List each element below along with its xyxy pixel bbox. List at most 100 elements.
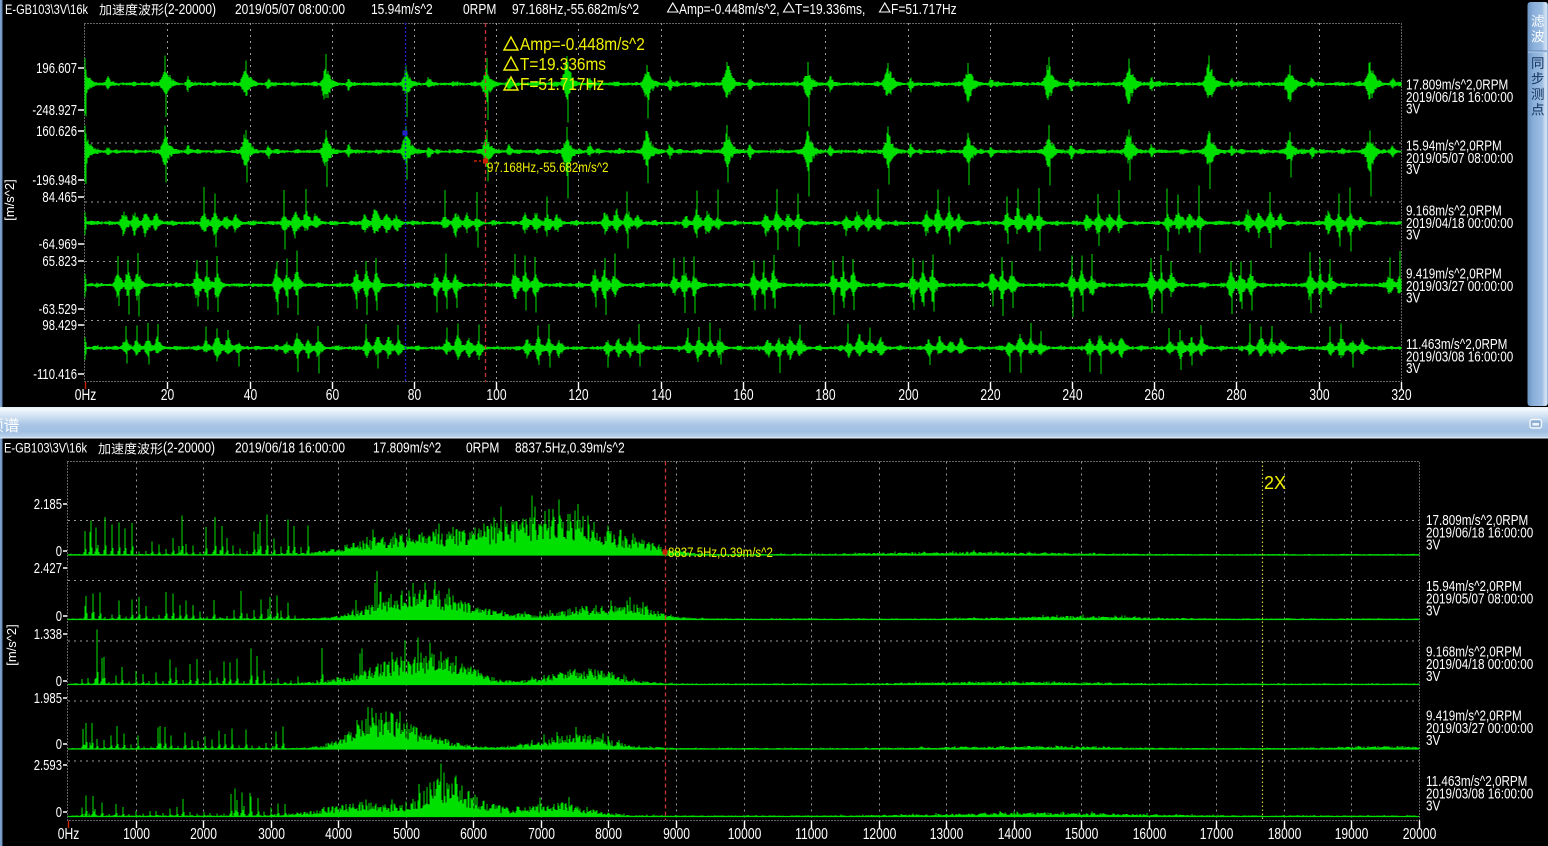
- svg-text:15.94m/s^2: 15.94m/s^2: [371, 1, 433, 18]
- svg-text:0RPM: 0RPM: [463, 1, 496, 18]
- svg-text:98.429: 98.429: [42, 317, 77, 334]
- svg-text:T=19.336ms,: T=19.336ms,: [795, 1, 865, 18]
- svg-text:300: 300: [1309, 386, 1329, 404]
- svg-text:20000: 20000: [1403, 825, 1437, 843]
- svg-text:2.593: 2.593: [34, 757, 62, 774]
- svg-text:3V: 3V: [1406, 100, 1420, 117]
- svg-text:280: 280: [1226, 386, 1246, 404]
- svg-text:2019/04/18 00:00:00: 2019/04/18 00:00:00: [1406, 215, 1513, 232]
- svg-text:2019/03/27 00:00:00: 2019/03/27 00:00:00: [1406, 278, 1513, 295]
- svg-text:2019/05/07 08:00:00: 2019/05/07 08:00:00: [1426, 590, 1533, 607]
- svg-text:160: 160: [733, 386, 753, 404]
- svg-text:0: 0: [56, 736, 62, 753]
- svg-text:3V: 3V: [1406, 226, 1420, 243]
- svg-text:2X: 2X: [1264, 473, 1286, 493]
- svg-text:3V: 3V: [1406, 360, 1420, 377]
- svg-text:19000: 19000: [1335, 825, 1369, 843]
- svg-text:8837.5Hz,0.39m/s^2: 8837.5Hz,0.39m/s^2: [668, 544, 773, 560]
- svg-text:F=51.717Hz: F=51.717Hz: [891, 1, 957, 18]
- svg-text:3V: 3V: [1426, 602, 1440, 619]
- svg-text:-248.927: -248.927: [32, 102, 77, 119]
- svg-text:11000: 11000: [795, 825, 828, 843]
- svg-text:1.338: 1.338: [34, 626, 62, 643]
- svg-text:260: 260: [1144, 386, 1164, 404]
- svg-text:0: 0: [56, 673, 62, 690]
- svg-text:F=51.717Hz: F=51.717Hz: [520, 75, 604, 94]
- svg-text:1.985: 1.985: [34, 690, 62, 707]
- svg-text:7000: 7000: [528, 825, 555, 843]
- svg-text:0: 0: [56, 608, 62, 625]
- svg-text:40: 40: [244, 386, 258, 404]
- svg-text:2019/06/18 16:00:00: 2019/06/18 16:00:00: [1406, 89, 1513, 106]
- svg-text:-64.969: -64.969: [39, 236, 77, 253]
- svg-text:17.809m/s^2: 17.809m/s^2: [373, 439, 441, 456]
- svg-text:13000: 13000: [930, 825, 964, 843]
- svg-text:(2-20000): (2-20000): [163, 439, 215, 456]
- svg-text:T=19.336ms: T=19.336ms: [520, 55, 606, 74]
- svg-text:196.607: 196.607: [36, 60, 77, 77]
- svg-text:97.168Hz,-55.682m/s^2: 97.168Hz,-55.682m/s^2: [512, 1, 639, 18]
- svg-text:3V: 3V: [1426, 732, 1440, 749]
- svg-text:80: 80: [408, 386, 422, 404]
- svg-text:0Hz: 0Hz: [58, 825, 80, 843]
- svg-text:15000: 15000: [1065, 825, 1099, 843]
- svg-text:140: 140: [651, 386, 671, 404]
- svg-text:65.823: 65.823: [42, 253, 77, 270]
- svg-text:2019/05/07 08:00:00: 2019/05/07 08:00:00: [235, 1, 345, 18]
- svg-text:2.185: 2.185: [34, 496, 62, 513]
- svg-text:E-GB103\3V\16k: E-GB103\3V\16k: [4, 439, 88, 456]
- svg-text:4000: 4000: [325, 825, 352, 843]
- svg-text:20: 20: [161, 386, 175, 404]
- svg-text:220: 220: [980, 386, 1000, 404]
- svg-text:8000: 8000: [595, 825, 622, 843]
- svg-text:8837.5Hz,0.39m/s^2: 8837.5Hz,0.39m/s^2: [515, 439, 625, 456]
- svg-text:2019/06/18 16:00:00: 2019/06/18 16:00:00: [1426, 524, 1533, 541]
- svg-text:84.465: 84.465: [42, 189, 77, 206]
- svg-text:240: 240: [1062, 386, 1082, 404]
- svg-text:-196.948: -196.948: [32, 172, 77, 189]
- svg-text:0RPM: 0RPM: [466, 439, 499, 456]
- svg-text:3V: 3V: [1426, 797, 1440, 814]
- svg-text:3V: 3V: [1426, 536, 1440, 553]
- svg-text:[m/s^2]: [m/s^2]: [4, 624, 19, 666]
- svg-text:97.168Hz,-55.682m/s^2: 97.168Hz,-55.682m/s^2: [487, 159, 608, 175]
- svg-text:2000: 2000: [190, 825, 217, 843]
- svg-text:180: 180: [815, 386, 835, 404]
- svg-text:6000: 6000: [460, 825, 487, 843]
- svg-text:0Hz: 0Hz: [75, 386, 97, 404]
- svg-text:5000: 5000: [393, 825, 420, 843]
- svg-text:Amp=-0.448m/s^2: Amp=-0.448m/s^2: [520, 35, 645, 54]
- svg-text:18000: 18000: [1268, 825, 1302, 843]
- svg-text:(2-20000): (2-20000): [164, 1, 216, 18]
- svg-text:17000: 17000: [1200, 825, 1234, 843]
- svg-text:0: 0: [56, 543, 62, 560]
- svg-text:[m/s^2]: [m/s^2]: [2, 179, 17, 221]
- svg-text:160.626: 160.626: [36, 123, 77, 140]
- svg-text:3V: 3V: [1406, 161, 1420, 178]
- svg-text:2019/05/07 08:00:00: 2019/05/07 08:00:00: [1406, 149, 1513, 166]
- svg-text:200: 200: [898, 386, 918, 404]
- svg-text:10000: 10000: [728, 825, 762, 843]
- svg-text:9000: 9000: [663, 825, 690, 843]
- svg-text:Amp=-0.448m/s^2,: Amp=-0.448m/s^2,: [679, 1, 780, 18]
- svg-text:100: 100: [486, 386, 506, 404]
- svg-text:60: 60: [326, 386, 340, 404]
- svg-text:-110.416: -110.416: [33, 366, 77, 383]
- svg-text:12000: 12000: [863, 825, 897, 843]
- svg-text:3000: 3000: [258, 825, 285, 843]
- svg-text:3V: 3V: [1406, 289, 1420, 306]
- svg-text:2019/04/18 00:00:00: 2019/04/18 00:00:00: [1426, 655, 1533, 672]
- svg-text:0: 0: [56, 804, 62, 821]
- svg-text:3V: 3V: [1426, 668, 1440, 685]
- svg-text:1000: 1000: [123, 825, 150, 843]
- svg-text:2019/03/08 16:00:00: 2019/03/08 16:00:00: [1426, 785, 1533, 802]
- svg-text:2019/06/18 16:00:00: 2019/06/18 16:00:00: [235, 439, 345, 456]
- svg-text:2019/03/08 16:00:00: 2019/03/08 16:00:00: [1406, 348, 1513, 365]
- svg-text:-63.529: -63.529: [39, 301, 77, 318]
- svg-text:2.427: 2.427: [34, 560, 62, 577]
- svg-text:14000: 14000: [998, 825, 1032, 843]
- svg-text:16000: 16000: [1133, 825, 1167, 843]
- svg-text:320: 320: [1391, 386, 1411, 404]
- svg-text:120: 120: [568, 386, 588, 404]
- svg-text:2019/03/27 00:00:00: 2019/03/27 00:00:00: [1426, 719, 1533, 736]
